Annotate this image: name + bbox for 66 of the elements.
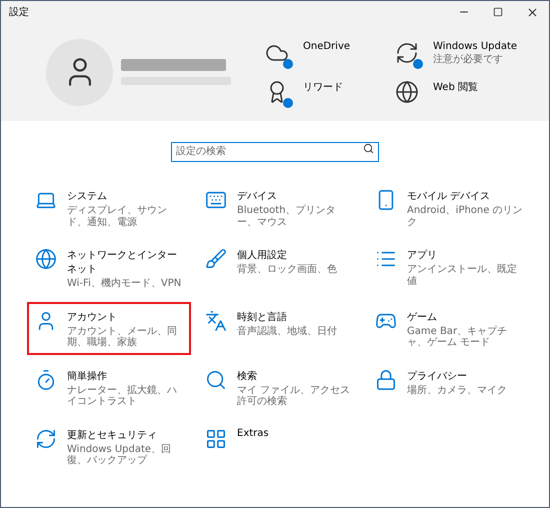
category-title: アプリ [407,248,438,262]
settings-category[interactable]: アカウント アカウント、メール、同期、職場、家族 [27,302,191,354]
brush-icon [205,248,227,270]
language-icon [205,310,227,332]
timer-icon [35,368,57,390]
settings-category[interactable]: Extras [197,420,361,472]
category-description: Windows Update、回復、バックアップ [67,444,172,466]
close-icon [526,6,538,18]
refresh-icon [35,428,57,450]
category-description: アカウント、メール、同期、職場、家族 [67,326,178,348]
category-description: ナレーター、拡大鏡、ハイコントラスト [67,384,178,408]
category-title: 簡単操作 [67,370,108,382]
settings-category[interactable]: モバイル デバイス Android、iPhone のリンク [367,181,531,234]
settings-category[interactable]: デバイス Bluetooth、プリンター、マウス [197,181,361,234]
category-title: ネットワークとインターネット [67,249,178,276]
search-field[interactable]: 設定の検索 [171,142,379,162]
category-title: 個人用設定 [237,248,288,262]
settings-category[interactable]: 個人用設定 背景、ロック画面、色 [197,240,361,296]
settings-category[interactable]: 簡単操作 ナレーター、拡大鏡、ハイコントラスト [27,360,191,414]
category-title: アカウント [67,310,118,324]
category-title: Extras [237,428,269,438]
category-title: デバイス [237,190,278,203]
keyboard-icon [205,189,227,211]
globe-icon [395,80,419,104]
settings-category[interactable]: プライバシー 場所、カメラ、マイク [367,360,531,414]
category-description: Game Bar、キャプチャ、ゲーム モード [407,326,508,348]
settings-category[interactable]: アプリ アンインストール、既定値 [367,240,531,296]
category-description: 場所、カメラ、マイク [407,384,507,396]
category-description: アンインストール、既定値 [407,264,518,287]
category-title: モバイル デバイス [407,190,492,203]
quick-link-label: Windows Update [433,40,518,52]
category-title: システム [67,190,108,203]
quick-link-status: 注意が必要です [433,52,504,66]
settings-category[interactable]: ネットワークとインターネット Wi-Fi、機内モード、VPN [27,240,191,296]
category-title: 時刻と言語 [237,310,288,324]
quick-link-label: Web 閲覧 [433,80,478,94]
category-description: Wi-Fi、機内モード、VPN [67,278,182,290]
window-title: 設定 [9,6,29,19]
category-description: Android、iPhone のリンク [407,205,524,228]
settings-category[interactable]: 更新とセキュリティ Windows Update、回復、バックアップ [27,420,191,472]
grid-icon [205,428,227,450]
category-description: 音声認識、地域、日付 [237,326,337,337]
settings-category[interactable]: 検索 マイ ファイル、アクセス許可の検索 [197,360,361,414]
quick-link[interactable]: Windows Update 注意が必要です [395,40,530,66]
category-title: プライバシー [407,370,468,382]
settings-category[interactable]: 時刻と言語 音声認識、地域、日付 [197,302,361,354]
settings-category[interactable]: システム ディスプレイ、サウンド、通知、電源 [27,181,191,234]
search-icon [205,368,227,390]
category-description: マイ ファイル、アクセス許可の検索 [237,384,352,408]
lock-icon [375,368,397,390]
category-title: 更新とセキュリティ [67,428,158,442]
quick-link[interactable]: リワード [265,80,395,104]
quick-link[interactable]: Web 閲覧 [395,80,530,104]
quick-link-label: リワード [303,80,343,94]
monitor-refresh-icon [395,40,419,64]
category-description: Bluetooth、プリンター、マウス [237,205,337,228]
category-description: ディスプレイ、サウンド、通知、電源 [67,205,168,228]
settings-category[interactable]: ゲーム Game Bar、キャプチャ、ゲーム モード [367,302,531,354]
quick-link[interactable]: OneDrive [265,40,395,64]
category-description: 背景、ロック画面、色 [237,264,337,276]
maximize-icon [493,7,503,17]
globe-icon [35,248,57,270]
category-title: ゲーム [407,310,438,324]
quick-link-label: OneDrive [303,40,350,52]
category-title: 検索 [237,370,258,382]
search-icon [363,143,374,154]
